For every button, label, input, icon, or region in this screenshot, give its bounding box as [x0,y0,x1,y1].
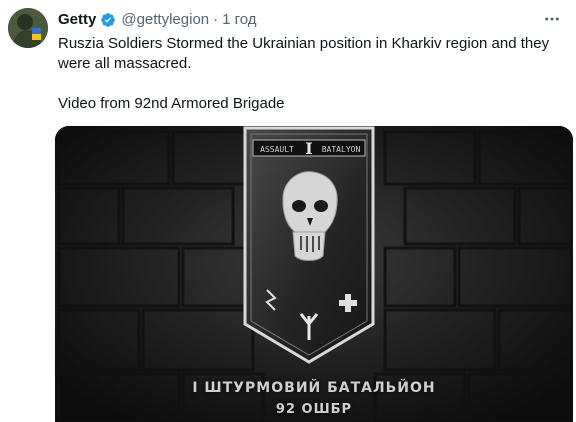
video-caption-line-2: 92 ОШБР [275,402,353,417]
avatar-image [8,8,48,48]
more-horizontal-icon [545,17,559,21]
more-options-button[interactable] [540,9,564,29]
tweet-text-paragraph-2: Video from 92nd Armored Brigade [58,95,285,112]
tweet-text: Ruszia Soldiers Stormed the Ukrainian po… [58,34,558,114]
author-handle[interactable]: @gettylegion [121,11,209,28]
tweet-text-paragraph-1: Ruszia Soldiers Stormed the Ukrainian po… [58,35,550,72]
banner-numeral: I [305,139,312,158]
verified-badge-icon [101,12,116,27]
author-name[interactable]: Getty [58,11,96,28]
banner-right-text: BATALYON [322,145,361,154]
tweet-header: Getty @gettylegion · 1 год [58,11,257,28]
video-frame: ASSAULT I BATALYON [55,126,573,422]
video-caption-line-1: І ШТУРМОВИЙ БАТАЛЬЙОН [192,380,436,396]
video-media[interactable]: ASSAULT I BATALYON І ШТУРМОВИЙ БАТАЛЬЙОН… [55,126,573,422]
timestamp[interactable]: 1 год [222,11,256,28]
tweet[interactable]: Getty @gettylegion · 1 год Ruszia Soldie… [0,0,576,422]
banner-left-text: ASSAULT [260,145,294,154]
separator-dot: · [213,11,219,28]
avatar[interactable] [8,8,48,48]
battalion-emblem: ASSAULT I BATALYON [243,126,375,364]
